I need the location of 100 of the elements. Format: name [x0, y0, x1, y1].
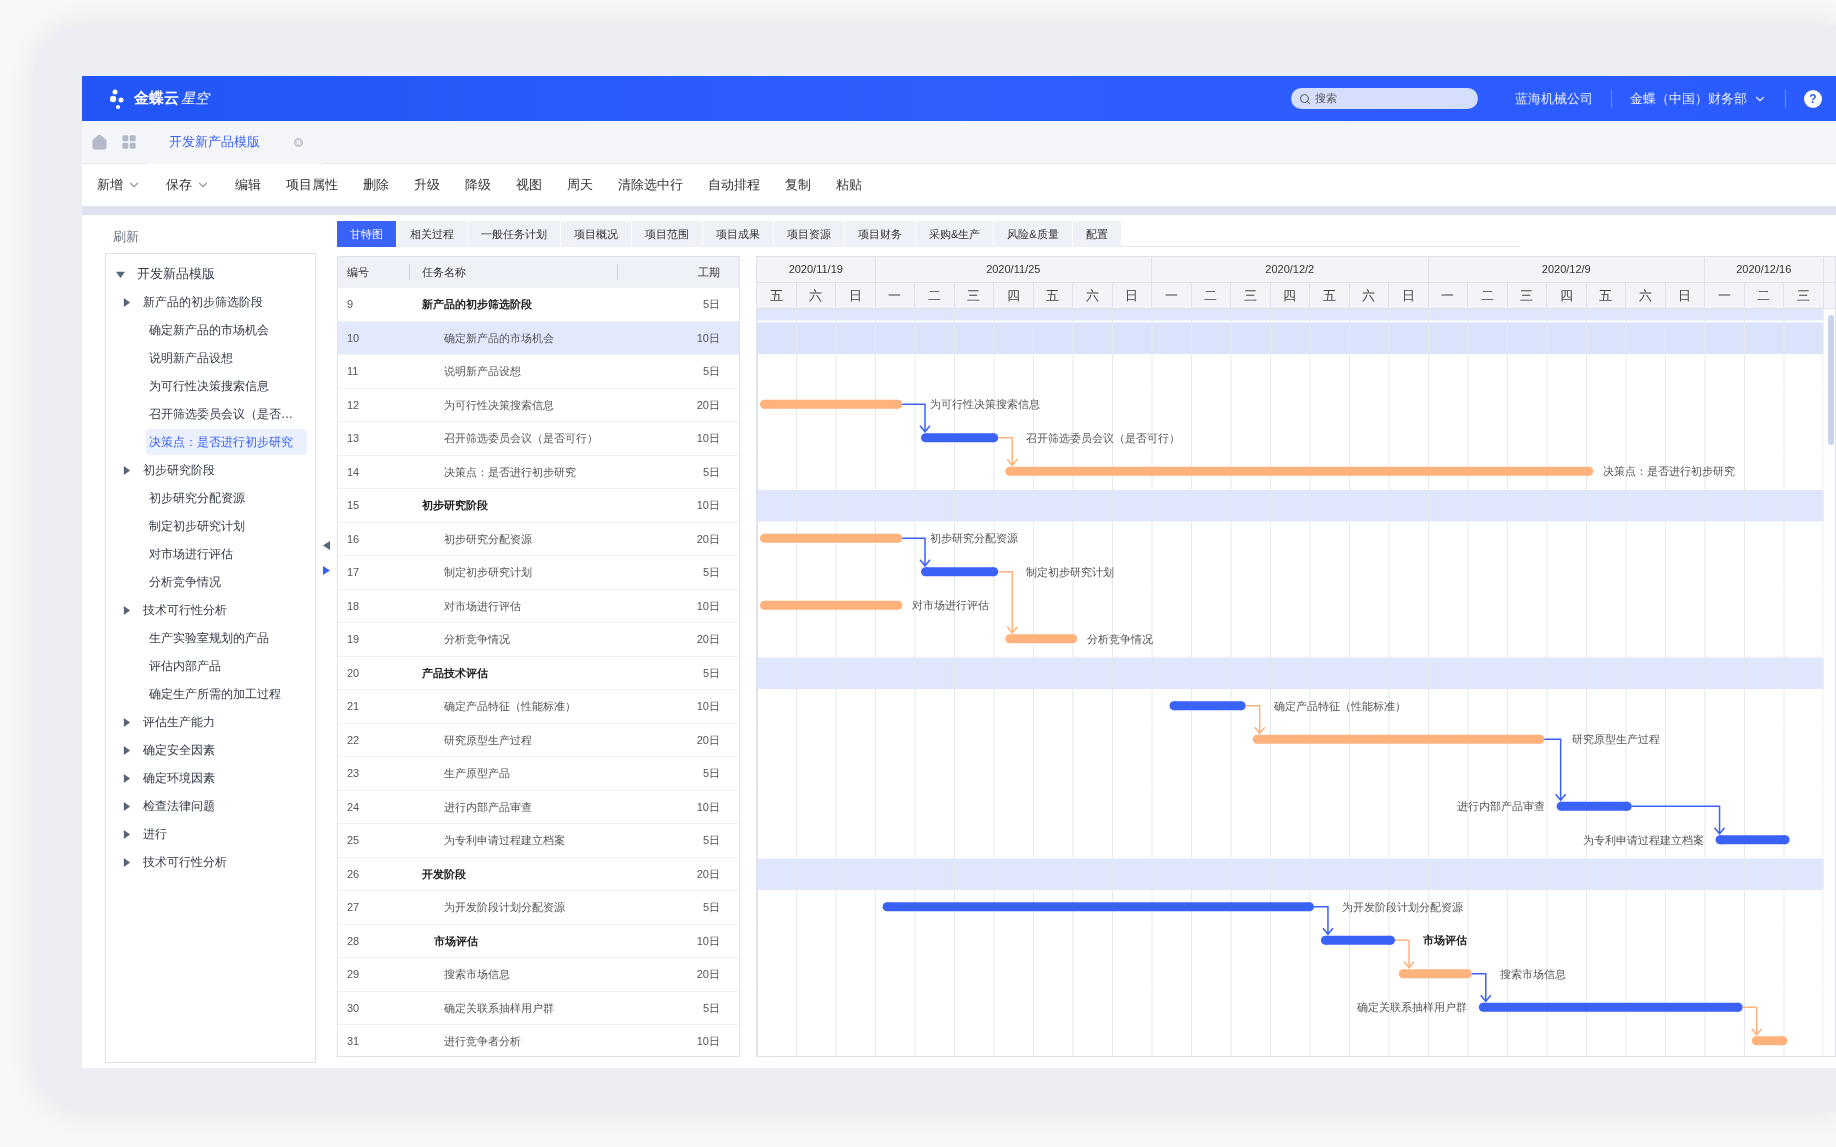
view-tab[interactable]: 一般任务计划 [468, 221, 560, 247]
bar-end-handle[interactable] [989, 567, 999, 577]
tree-item[interactable]: 初步研究阶段 [140, 457, 218, 483]
task-bar[interactable] [1483, 1002, 1739, 1012]
bar-start-handle[interactable] [759, 533, 769, 543]
bar-end-handle[interactable] [893, 600, 903, 610]
bar-start-handle[interactable] [1005, 634, 1015, 644]
bar-start-handle[interactable] [1715, 835, 1725, 845]
bar-start-handle[interactable] [921, 567, 930, 577]
bar-end-handle[interactable] [989, 433, 999, 443]
toolbar-button[interactable]: 项目属性 [284, 175, 340, 195]
bar-end-handle[interactable] [1068, 634, 1078, 644]
view-tab[interactable]: 项目资源 [774, 221, 844, 247]
collapse-triangle-icon[interactable] [116, 269, 125, 279]
toolbar-button[interactable]: 自动排程 [706, 175, 762, 195]
tree-item[interactable]: 确定新产品的市场机会 [146, 317, 272, 343]
task-bar[interactable] [925, 567, 994, 577]
search-field[interactable]: 搜索 [1291, 88, 1478, 109]
bar-start-handle[interactable] [921, 433, 930, 443]
toolbar-button[interactable]: 删除 [361, 175, 391, 195]
toolbar-button[interactable]: 清除选中行 [616, 175, 685, 195]
tree-item[interactable]: 对市场进行评估 [146, 541, 236, 567]
expand-triangle-icon[interactable] [122, 857, 131, 867]
tree-item[interactable]: 生产实验室规划的产品 [146, 625, 272, 651]
bar-start-handle[interactable] [1005, 466, 1015, 476]
bar-end-handle[interactable] [1236, 701, 1246, 711]
tree-item[interactable]: 说明新产品设想 [146, 345, 236, 371]
view-tab[interactable]: 项目成果 [703, 221, 773, 247]
task-bar[interactable] [925, 433, 994, 443]
tree-item[interactable]: 确定安全因素 [140, 737, 218, 763]
tree-item[interactable]: 技术可行性分析 [140, 849, 230, 875]
expand-triangle-icon[interactable] [122, 605, 131, 615]
expand-triangle-icon[interactable] [122, 465, 131, 475]
tree-item[interactable]: 分析竞争情况 [146, 569, 224, 595]
tree-item[interactable]: 开发新品模版 [134, 260, 218, 288]
company-name[interactable]: 蓝海机械公司 [1515, 88, 1593, 109]
task-bar[interactable] [1720, 835, 1786, 845]
bar-start-handle[interactable] [1751, 1036, 1761, 1046]
bar-end-handle[interactable] [1733, 1002, 1743, 1012]
task-bar[interactable] [887, 902, 1310, 912]
toolbar-button[interactable]: 编辑 [233, 175, 263, 195]
tree-item[interactable]: 为可行性决策搜索信息 [146, 373, 272, 399]
toolbar-button[interactable]: 粘贴 [834, 175, 864, 195]
tree-item[interactable]: 制定初步研究计划 [146, 513, 248, 539]
account-menu[interactable]: 金蝶（中国）财务部 [1630, 88, 1767, 109]
expand-triangle-icon[interactable] [122, 801, 131, 811]
bar-end-handle[interactable] [893, 399, 903, 409]
bar-end-handle[interactable] [1535, 734, 1545, 744]
view-tab[interactable]: 相关过程 [397, 221, 467, 247]
table-row[interactable]: 10 确定新产品的市场机会 10日 [338, 320, 739, 354]
expand-triangle-icon[interactable] [122, 297, 131, 307]
tree-item[interactable]: 确定环境因素 [140, 765, 218, 791]
bar-end-handle[interactable] [1304, 902, 1314, 912]
toolbar-button[interactable]: 新增 [95, 175, 143, 195]
task-bar[interactable] [1561, 801, 1628, 811]
bar-start-handle[interactable] [1169, 701, 1179, 711]
toolbar-button[interactable]: 升级 [412, 175, 442, 195]
expand-triangle-icon[interactable] [122, 773, 131, 783]
toolbar-button[interactable]: 周天 [565, 175, 595, 195]
bar-end-handle[interactable] [1386, 935, 1395, 945]
bar-start-handle[interactable] [759, 399, 769, 409]
bar-start-handle[interactable] [882, 902, 892, 912]
view-tab[interactable]: 项目财务 [845, 221, 915, 247]
grid-icon[interactable] [121, 134, 137, 150]
bar-end-handle[interactable] [893, 533, 903, 543]
bar-start-handle[interactable] [759, 600, 769, 610]
bar-start-handle[interactable] [1252, 734, 1262, 744]
expand-triangle-icon[interactable] [122, 745, 131, 755]
bar-end-handle[interactable] [1584, 466, 1594, 476]
expand-right-icon[interactable] [323, 566, 330, 575]
task-bar[interactable] [1174, 701, 1242, 711]
home-icon[interactable] [91, 133, 108, 151]
tree-item[interactable]: 召开筛选委员会议（是否… [146, 401, 296, 427]
view-tab[interactable]: 采购&生产 [916, 221, 994, 247]
tree-item[interactable]: 决策点：是否进行初步研究 [146, 429, 307, 455]
toolbar-button[interactable]: 降级 [463, 175, 493, 195]
refresh-link[interactable]: 刷新 [105, 221, 316, 253]
view-tab[interactable]: 甘特图 [337, 221, 396, 247]
tree-item[interactable]: 进行 [140, 821, 170, 847]
bar-end-handle[interactable] [1622, 801, 1632, 811]
expand-triangle-icon[interactable] [122, 829, 131, 839]
help-button[interactable]: ? [1804, 89, 1822, 108]
bar-start-handle[interactable] [1478, 1002, 1488, 1012]
tree-item[interactable]: 初步研究分配资源 [146, 485, 248, 511]
view-tab[interactable]: 项目概况 [561, 221, 631, 247]
tree-item[interactable]: 检查法律问题 [140, 793, 218, 819]
bar-end-handle[interactable] [1462, 969, 1472, 979]
tree-item[interactable]: 评估内部产品 [146, 653, 224, 679]
view-tab[interactable]: 风险&质量 [994, 221, 1072, 247]
expand-triangle-icon[interactable] [122, 717, 131, 727]
toolbar-button[interactable]: 复制 [783, 175, 813, 195]
view-tab[interactable]: 配置 [1072, 221, 1121, 247]
toolbar-button[interactable]: 保存 [164, 175, 212, 195]
toolbar-button[interactable]: 视图 [514, 175, 544, 195]
scrollbar[interactable] [1828, 315, 1834, 445]
bar-start-handle[interactable] [1398, 969, 1408, 979]
tree-item[interactable]: 新产品的初步筛选阶段 [140, 289, 266, 315]
view-tab[interactable]: 项目范围 [632, 221, 702, 247]
tree-item[interactable]: 评估生产能力 [140, 709, 218, 735]
collapse-left-icon[interactable] [323, 541, 330, 550]
